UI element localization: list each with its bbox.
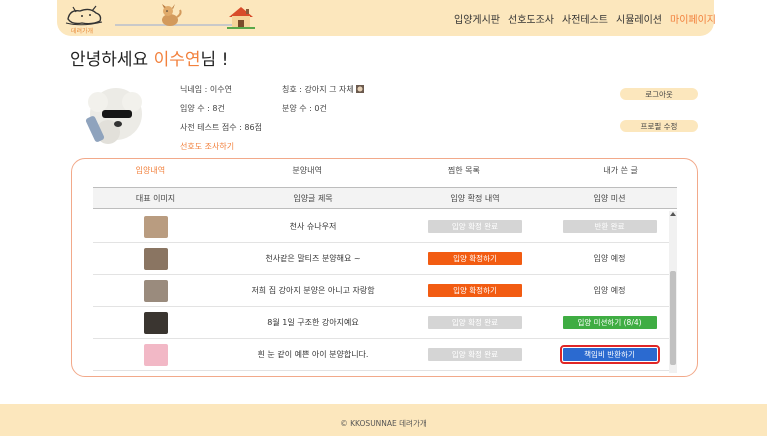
avatar xyxy=(78,80,150,152)
greeting-suffix: 님 ! xyxy=(200,50,229,70)
table-header: 대표 이미지 입양글 제목 입양 확정 내역 입양 미션 xyxy=(93,187,677,209)
dog-thumbnail[interactable] xyxy=(143,343,168,366)
dog-thumbnail[interactable] xyxy=(143,279,168,302)
test-score-text: 사전 테스트 점수 : 86점 xyxy=(180,123,262,132)
mission-status: 입양 예정 xyxy=(593,286,626,295)
avatar-dog-image xyxy=(78,80,150,152)
tab-rehome-history[interactable]: 분양내역 xyxy=(229,165,386,176)
house-icon xyxy=(227,7,255,29)
title-label: 칭호 : 강아지 그 자체 xyxy=(282,85,354,94)
post-title[interactable]: 천사같은 말티즈 분양해요 ~ xyxy=(218,253,408,264)
adopt-count-text: 입양 수 : 8건 xyxy=(180,104,225,113)
nav-adoption-board[interactable]: 입양게시판 xyxy=(454,11,500,26)
table-body[interactable]: 천사 슈나우저 입양 확정 완료 반환 완료 천사같은 말티즈 분양해요 ~ 입… xyxy=(93,211,677,373)
rehome-count-text: 분양 수 : 0건 xyxy=(282,104,327,113)
greeting: 안녕하세요 이수연님 ! xyxy=(70,45,228,70)
tab-wishlist[interactable]: 찜한 목록 xyxy=(386,165,543,176)
post-title[interactable]: 흰 눈 같이 예쁜 아이 분양합니다. xyxy=(218,349,408,360)
dog-thumbnail[interactable] xyxy=(143,247,168,270)
confirm-adoption-button[interactable]: 입양 확정하기 xyxy=(428,252,522,265)
survey-link[interactable]: 선호도 조사하기 xyxy=(180,141,234,152)
greeting-username: 이수연 xyxy=(153,50,201,70)
refund-deposit-button[interactable]: 책임비 반환하기 xyxy=(559,345,660,364)
top-header: 데려가개 입양게시판 선호도조사 사전테스트 시뮬레이션 마이페이지 xyxy=(57,0,716,36)
title-text: 칭호 : 강아지 그 자체 xyxy=(282,84,365,95)
footer-copyright: © KKOSUNNAE 데려가개 xyxy=(340,419,427,428)
post-title[interactable]: 8월 1일 구조한 강아지예요 xyxy=(218,317,408,328)
dog-badge-icon xyxy=(356,85,365,93)
scroll-thumb[interactable] xyxy=(670,271,676,365)
history-panel: 입양내역 분양내역 찜한 목록 내가 쓴 글 대표 이미지 입양글 제목 입양 … xyxy=(71,158,698,377)
greeting-prefix: 안녕하세요 xyxy=(70,50,154,70)
mission-status: 반환 완료 xyxy=(562,220,657,233)
dog-thumbnail[interactable] xyxy=(143,215,168,238)
header-image: 대표 이미지 xyxy=(135,193,176,203)
tab-adoption-history[interactable]: 입양내역 xyxy=(72,165,229,176)
confirm-status: 입양 확정 완료 xyxy=(428,316,522,329)
logo[interactable]: 데려가개 xyxy=(62,3,107,35)
dog-mascot-icon xyxy=(162,4,182,26)
table-row: 8월 1일 구조한 강아지예요 입양 확정 완료 입양 미션하기 (8/4) xyxy=(93,307,677,339)
table-row: 천사같은 말티즈 분양해요 ~ 입양 확정하기 입양 예정 xyxy=(93,243,677,275)
dog-thumbnail[interactable] xyxy=(143,311,168,334)
table-scrollbar[interactable] xyxy=(669,211,677,373)
logo-text: 데려가개 xyxy=(71,28,94,35)
adoption-mission-button[interactable]: 입양 미션하기 (8/4) xyxy=(562,316,657,329)
confirm-status: 입양 확정 완료 xyxy=(428,348,522,361)
header-mission: 입양 미션 xyxy=(593,193,626,203)
main-nav: 입양게시판 선호도조사 사전테스트 시뮬레이션 마이페이지 xyxy=(454,11,716,26)
edit-profile-button[interactable]: 프로필 수정 xyxy=(620,120,698,132)
nav-my-page[interactable]: 마이페이지 xyxy=(670,11,716,26)
table-row: 천사 슈나우저 입양 확정 완료 반환 완료 xyxy=(93,211,677,243)
table-row: 저희 집 강아지 분양은 아니고 자랑함 입양 확정하기 입양 예정 xyxy=(93,275,677,307)
nav-preference-survey[interactable]: 선호도조사 xyxy=(508,11,554,26)
logout-button[interactable]: 로그아웃 xyxy=(620,88,698,100)
header-title: 입양글 제목 xyxy=(293,193,333,203)
header-confirm: 입양 확정 내역 xyxy=(450,193,500,203)
nav-pre-test[interactable]: 사전테스트 xyxy=(562,11,608,26)
confirm-status: 입양 확정 완료 xyxy=(428,220,522,233)
confirm-adoption-button[interactable]: 입양 확정하기 xyxy=(428,284,522,297)
tab-my-posts[interactable]: 내가 쓴 글 xyxy=(542,165,699,176)
nickname-text: 닉네임 : 이수연 xyxy=(180,85,232,94)
history-tabs: 입양내역 분양내역 찜한 목록 내가 쓴 글 xyxy=(72,165,699,176)
mission-status: 입양 예정 xyxy=(593,254,626,263)
post-title[interactable]: 천사 슈나우저 xyxy=(218,221,408,232)
table-row: 흰 눈 같이 예쁜 아이 분양합니다. 입양 확정 완료 책임비 반환하기 xyxy=(93,339,677,371)
nav-simulation[interactable]: 시뮬레이션 xyxy=(616,11,662,26)
post-title[interactable]: 저희 집 강아지 분양은 아니고 자랑함 xyxy=(218,285,408,296)
footer: © KKOSUNNAE 데려가개 xyxy=(0,404,767,436)
scroll-up-arrow-icon[interactable] xyxy=(670,212,676,216)
